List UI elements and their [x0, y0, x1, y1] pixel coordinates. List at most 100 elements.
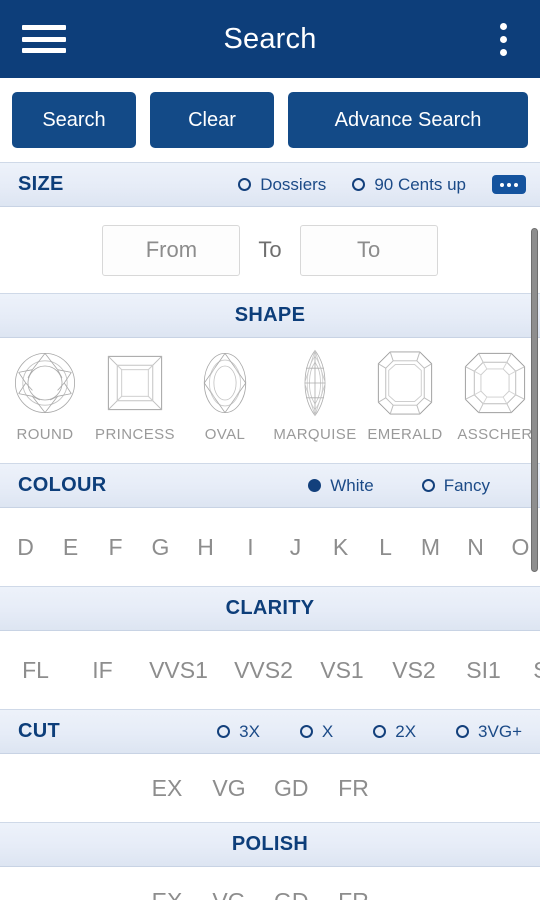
polish-grade-chip[interactable]: VG — [212, 888, 246, 900]
cut-section-header: CUT 3X X 2X 3VG+ — [0, 709, 540, 754]
polish-section-title: POLISH — [231, 833, 309, 855]
clarity-grade-chip[interactable]: SI1 — [450, 657, 517, 684]
colour-grade-chip[interactable]: F — [93, 534, 138, 561]
size-option-label: 90 Cents up — [374, 174, 466, 194]
hamburger-bar — [22, 36, 66, 42]
size-range-row: To — [0, 207, 540, 293]
colour-option-label: White — [330, 475, 374, 495]
cut-grade-chip[interactable]: EX — [150, 775, 184, 802]
vertical-scrollbar[interactable] — [531, 228, 538, 572]
colour-grade-chip[interactable]: M — [408, 534, 453, 561]
radio-icon — [421, 479, 435, 492]
colour-grade-chip[interactable]: E — [48, 534, 93, 561]
hamburger-bar — [22, 25, 66, 30]
size-section-title: SIZE — [18, 173, 64, 195]
colour-grade-list: D E F G H I J K L M N O — [0, 508, 540, 586]
shape-item-oval[interactable]: OVAL — [180, 346, 270, 443]
colour-option-label: Fancy — [443, 475, 490, 495]
cut-section-title: CUT — [18, 720, 61, 742]
cut-option-3vg-plus[interactable]: 3VG+ — [456, 722, 522, 742]
radio-icon-selected — [308, 479, 322, 492]
dot-icon — [507, 182, 511, 187]
shape-label: PRINCESS — [95, 426, 175, 443]
size-from-input[interactable] — [102, 224, 241, 276]
size-to-input[interactable] — [299, 224, 438, 276]
cut-option-x[interactable]: X — [299, 721, 334, 742]
clarity-grade-chip[interactable]: VS1 — [306, 657, 378, 684]
polish-grade-list: EX VG GD FR — [0, 867, 540, 900]
size-more-options-button[interactable] — [492, 175, 526, 194]
advance-search-button[interactable]: Advance Search — [288, 92, 528, 148]
clear-button[interactable]: Clear — [150, 92, 274, 148]
shape-section-title: SHAPE — [234, 304, 306, 326]
dot-icon — [514, 182, 518, 187]
clarity-section-title: CLARITY — [225, 597, 315, 619]
clarity-grade-chip[interactable]: FL — [2, 657, 69, 684]
colour-grade-chip[interactable]: I — [228, 534, 273, 561]
colour-grade-chip[interactable]: K — [318, 534, 363, 561]
kebab-dot — [499, 22, 507, 30]
search-button[interactable]: Search — [12, 92, 136, 148]
oval-diamond-icon — [188, 346, 262, 420]
clarity-section-header: CLARITY — [0, 586, 540, 631]
shape-item-asscher[interactable]: ASSCHER — [450, 346, 540, 443]
polish-grade-chip[interactable]: GD — [274, 888, 309, 900]
cut-grade-chip[interactable]: VG — [212, 775, 246, 802]
colour-grade-chip[interactable]: G — [138, 534, 183, 561]
size-option-dossiers[interactable]: Dossiers — [238, 175, 326, 195]
cut-grade-chip[interactable]: GD — [274, 775, 309, 802]
colour-option-fancy[interactable]: Fancy — [421, 475, 490, 496]
app-bar: Search — [0, 0, 540, 78]
shape-label: ASSCHER — [457, 426, 533, 443]
polish-grade-chip[interactable]: FR — [337, 888, 371, 900]
colour-section-header: COLOUR White Fancy — [0, 463, 540, 508]
search-screen: Search Search Clear Advance Search SIZE … — [0, 0, 540, 900]
colour-option-white[interactable]: White — [308, 475, 374, 496]
colour-section-title: COLOUR — [18, 474, 107, 496]
clarity-grade-chip[interactable]: VVS1 — [136, 657, 221, 684]
shape-item-round[interactable]: ROUND — [0, 346, 90, 443]
clarity-grade-chip[interactable]: SI2 — [517, 657, 540, 684]
page-title: Search — [223, 22, 317, 55]
shape-label: MARQUISE — [273, 426, 357, 443]
size-range-separator-label: To — [258, 237, 282, 262]
colour-grade-chip[interactable]: D — [3, 534, 48, 561]
size-options: Dossiers 90 Cents up — [238, 175, 526, 195]
cut-option-label: 2X — [395, 721, 417, 741]
clarity-grade-chip[interactable]: VVS2 — [221, 657, 306, 684]
colour-grade-chip[interactable]: J — [273, 534, 318, 561]
radio-icon — [217, 725, 231, 738]
size-option-90-cents-up[interactable]: 90 Cents up — [352, 175, 466, 195]
cut-option-label: X — [321, 721, 334, 741]
radio-icon — [373, 725, 387, 738]
clarity-grade-chip[interactable]: IF — [69, 657, 136, 684]
round-diamond-icon — [8, 346, 82, 420]
shape-item-marquise[interactable]: MARQUISE — [270, 346, 360, 443]
clarity-grade-chip[interactable]: VS2 — [378, 657, 450, 684]
shape-item-emerald[interactable]: EMERALD — [360, 346, 450, 443]
princess-diamond-icon — [98, 346, 172, 420]
cut-grade-list: EX VG GD FR — [0, 754, 540, 822]
action-button-row: Search Clear Advance Search — [0, 78, 540, 162]
radio-icon — [456, 725, 470, 738]
shape-section-header: SHAPE — [0, 293, 540, 338]
cut-grade-chip[interactable]: FR — [337, 775, 371, 802]
radio-icon — [352, 178, 366, 191]
shape-item-princess[interactable]: PRINCESS — [90, 346, 180, 443]
polish-grade-chip[interactable]: EX — [150, 888, 184, 900]
colour-grade-chip[interactable]: L — [363, 534, 408, 561]
cut-option-2x[interactable]: 2X — [373, 722, 416, 742]
marquise-diamond-icon — [278, 346, 352, 420]
cut-option-label: 3VG+ — [478, 721, 522, 741]
cut-option-3x[interactable]: 3X — [217, 722, 260, 742]
size-section-header: SIZE Dossiers 90 Cents up — [0, 162, 540, 207]
cut-option-label: 3X — [239, 721, 260, 741]
dot-icon — [500, 182, 504, 187]
asscher-diamond-icon — [458, 346, 532, 420]
shape-label: OVAL — [204, 426, 246, 443]
kebab-menu-icon[interactable] — [488, 19, 518, 59]
colour-options: White Fancy — [308, 476, 490, 496]
hamburger-icon[interactable] — [22, 22, 66, 56]
colour-grade-chip[interactable]: H — [183, 534, 228, 561]
colour-grade-chip[interactable]: N — [453, 534, 498, 561]
